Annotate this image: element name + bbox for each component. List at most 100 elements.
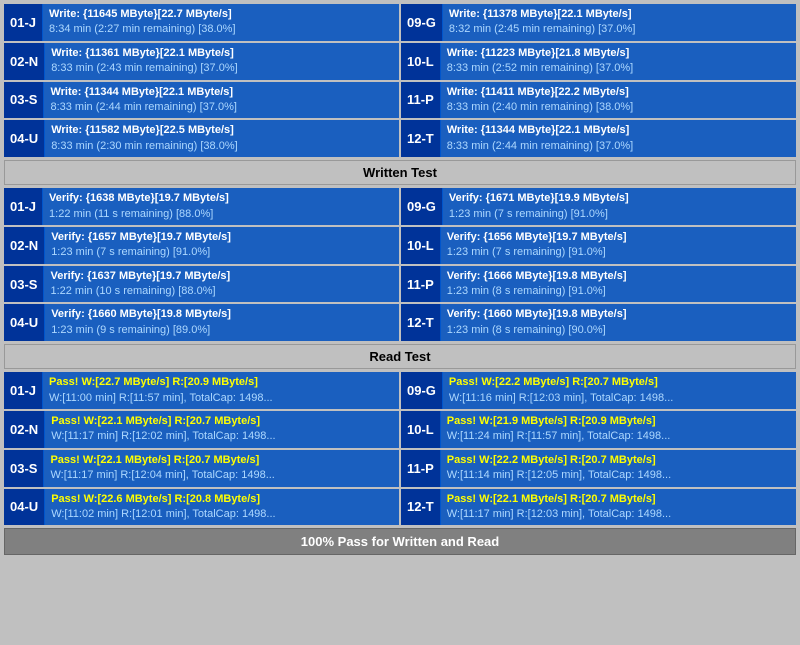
device-card: 02-NVerify: {1657 MByte}[19.7 MByte/s]1:… xyxy=(4,227,399,264)
device-card: 09-GPass! W:[22.2 MByte/s] R:[20.7 MByte… xyxy=(401,372,796,409)
device-line1: Write: {11344 MByte}[22.1 MByte/s] xyxy=(447,123,790,138)
device-card: 10-L Pass! W:[21.9 MByte/s] R:[20.9 MByte… xyxy=(401,411,796,448)
device-card: 03-SWrite: {11344 MByte}[22.1 MByte/s]8:… xyxy=(4,82,399,119)
device-id-label: 09-G xyxy=(401,4,443,41)
left-column: 01-JWrite: {11645 MByte}[22.7 MByte/s]8:… xyxy=(4,4,399,157)
device-line2: 1:22 min (11 s remaining) [88.0%] xyxy=(49,207,393,222)
device-info: Pass! W:[22.1 MByte/s] R:[20.7 MByte/s]W… xyxy=(44,450,399,487)
device-card: 11-PPass! W:[22.2 MByte/s] R:[20.7 MByte… xyxy=(401,450,796,487)
device-card: 09-GVerify: {1671 MByte}[19.9 MByte/s]1:… xyxy=(401,188,796,225)
device-line2: W:[11:24 min] R:[11:57 min], TotalCap: 1… xyxy=(447,429,790,444)
device-line1: Verify: {1660 MByte}[19.8 MByte/s] xyxy=(447,307,790,322)
device-info: Pass! W:[22.1 MByte/s] R:[20.7 MByte/s]W… xyxy=(441,489,796,526)
device-info: Write: {11582 MByte}[22.5 MByte/s]8:33 m… xyxy=(45,120,399,157)
device-line2: W:[11:00 min] R:[11:57 min], TotalCap: 1… xyxy=(49,391,393,406)
device-info: Write: {11344 MByte}[22.1 MByte/s]8:33 m… xyxy=(441,120,796,157)
device-card: 10-LVerify: {1656 MByte}[19.7 MByte/s]1:… xyxy=(401,227,796,264)
device-line2: 1:23 min (8 s remaining) [91.0%] xyxy=(447,284,790,299)
device-line1: Pass! W:[22.1 MByte/s] R:[20.7 MByte/s] xyxy=(51,414,393,429)
right-column: 09-GVerify: {1671 MByte}[19.9 MByte/s]1:… xyxy=(401,188,796,341)
device-line2: 8:33 min (2:43 min remaining) [37.0%] xyxy=(51,61,393,76)
device-card: 12-TWrite: {11344 MByte}[22.1 MByte/s]8:… xyxy=(401,120,796,157)
device-card: 12-TVerify: {1660 MByte}[19.8 MByte/s]1:… xyxy=(401,304,796,341)
main-container: 01-JWrite: {11645 MByte}[22.7 MByte/s]8:… xyxy=(0,0,800,559)
device-info: Pass! W:[22.1 MByte/s] R:[20.7 MByte/s]W… xyxy=(45,411,399,448)
device-line2: 8:33 min (2:40 min remaining) [38.0%] xyxy=(447,100,790,115)
device-line1: Verify: {1656 MByte}[19.7 MByte/s] xyxy=(447,230,790,245)
device-line1: Write: {11361 MByte}[22.1 MByte/s] xyxy=(51,46,393,61)
device-card: 09-GWrite: {11378 MByte}[22.1 MByte/s]8:… xyxy=(401,4,796,41)
device-line1: Verify: {1671 MByte}[19.9 MByte/s] xyxy=(449,191,790,206)
device-info: Verify: {1671 MByte}[19.9 MByte/s]1:23 m… xyxy=(443,188,796,225)
device-card: 11-PVerify: {1666 MByte}[19.8 MByte/s]1:… xyxy=(401,266,796,303)
device-line1: Pass! W:[21.9 MByte/s] R:[20.9 MByte/s] xyxy=(447,414,790,429)
device-card: 03-SVerify: {1637 MByte}[19.7 MByte/s]1:… xyxy=(4,266,399,303)
device-card: 02-NPass! W:[22.1 MByte/s] R:[20.7 MByte… xyxy=(4,411,399,448)
device-line1: Pass! W:[22.2 MByte/s] R:[20.7 MByte/s] xyxy=(449,375,790,390)
device-id-label: 02-N xyxy=(4,411,45,448)
device-card: 01-JWrite: {11645 MByte}[22.7 MByte/s]8:… xyxy=(4,4,399,41)
device-info: Pass! W:[22.2 MByte/s] R:[20.7 MByte/s]W… xyxy=(443,372,796,409)
device-info: Pass! W:[22.2 MByte/s] R:[20.7 MByte/s]W… xyxy=(441,450,796,487)
device-info: Write: {11645 MByte}[22.7 MByte/s]8:34 m… xyxy=(43,4,399,41)
device-line2: W:[11:17 min] R:[12:03 min], TotalCap: 1… xyxy=(447,507,790,522)
left-column: 01-JPass! W:[22.7 MByte/s] R:[20.9 MByte… xyxy=(4,372,399,525)
device-id-label: 02-N xyxy=(4,227,45,264)
device-line2: 1:23 min (9 s remaining) [89.0%] xyxy=(51,323,393,338)
right-column: 09-G Write: {11378 MByte}[22.1 MByte/s] 8:… xyxy=(401,4,796,157)
device-id-label: 10-L xyxy=(401,411,441,448)
device-line1: Verify: {1637 MByte}[19.7 MByte/s] xyxy=(50,269,393,284)
device-card: 04-UWrite: {11582 MByte}[22.5 MByte/s]8:… xyxy=(4,120,399,157)
device-info: Write: {11344 MByte}[22.1 MByte/s]8:33 m… xyxy=(44,82,399,119)
device-info: Verify: {1657 MByte}[19.7 MByte/s]1:23 m… xyxy=(45,227,399,264)
device-id-label: 12-T xyxy=(401,304,441,341)
device-id-label: 01-J xyxy=(4,4,43,41)
device-info: Verify: {1660 MByte}[19.8 MByte/s]1:23 m… xyxy=(441,304,796,341)
device-line1: Write: {11582 MByte}[22.5 MByte/s] xyxy=(51,123,393,138)
verify-section: 01-JVerify: {1638 MByte}[19.7 MByte/s]1:… xyxy=(4,188,796,369)
device-id-label: 09-G xyxy=(401,188,443,225)
device-line2: W:[11:14 min] R:[12:05 min], TotalCap: 1… xyxy=(447,468,790,483)
device-card: 04-UVerify: {1660 MByte}[19.8 MByte/s]1:… xyxy=(4,304,399,341)
device-line1: Pass! W:[22.1 MByte/s] R:[20.7 MByte/s] xyxy=(50,453,393,468)
device-line2: 8:33 min (2:44 min remaining) [37.0%] xyxy=(50,100,393,115)
device-info: Verify: {1660 MByte}[19.8 MByte/s]1:23 m… xyxy=(45,304,399,341)
device-info: Write: {11411 MByte}[22.2 MByte/s]8:33 m… xyxy=(441,82,796,119)
device-id-label: 04-U xyxy=(4,489,45,526)
read-test-title: Read Test xyxy=(4,344,796,369)
device-line1: Verify: {1657 MByte}[19.7 MByte/s] xyxy=(51,230,393,245)
device-line1: Pass! W:[22.7 MByte/s] R:[20.9 MByte/s] xyxy=(49,375,393,390)
device-id-label: 01-J xyxy=(4,372,43,409)
device-card: 04-UPass! W:[22.6 MByte/s] R:[20.8 MByte… xyxy=(4,489,399,526)
device-card: 10-LWrite: {11223 MByte}[21.8 MByte/s]8:… xyxy=(401,43,796,80)
device-info: Write: {11361 MByte}[22.1 MByte/s]8:33 m… xyxy=(45,43,399,80)
device-id-label: 11-P xyxy=(401,266,441,303)
device-line2: 1:23 min (8 s remaining) [90.0%] xyxy=(447,323,790,338)
device-info: Verify: {1637 MByte}[19.7 MByte/s]1:22 m… xyxy=(44,266,399,303)
device-line1: Write: {11378 MByte}[22.1 MByte/s] xyxy=(449,7,790,22)
device-id-label: 11-P xyxy=(401,82,441,119)
device-line2: 8:34 min (2:27 min remaining) [38.0%] xyxy=(49,22,393,37)
written-test-title: Written Test xyxy=(4,160,796,185)
device-id-label: 03-S xyxy=(4,266,44,303)
device-line2: 8:33 min (2:30 min remaining) [38.0%] xyxy=(51,139,393,154)
pass-section: 01-JPass! W:[22.7 MByte/s] R:[20.9 MByte… xyxy=(4,372,796,525)
device-id-label: 04-U xyxy=(4,120,45,157)
device-card: 12-TPass! W:[22.1 MByte/s] R:[20.7 MByte… xyxy=(401,489,796,526)
device-line2: 8:33 min (2:44 min remaining) [37.0%] xyxy=(447,139,790,154)
device-id-label: 12-T xyxy=(401,489,441,526)
device-card: 03-SPass! W:[22.1 MByte/s] R:[20.7 MByte… xyxy=(4,450,399,487)
device-line2: W:[11:16 min] R:[12:03 min], TotalCap: 1… xyxy=(449,391,790,406)
device-line1: Write: {11411 MByte}[22.2 MByte/s] xyxy=(447,85,790,100)
device-line1: Write: {11344 MByte}[22.1 MByte/s] xyxy=(50,85,393,100)
device-info: Verify: {1666 MByte}[19.8 MByte/s]1:23 m… xyxy=(441,266,796,303)
device-id-label: 04-U xyxy=(4,304,45,341)
device-card: 02-NWrite: {11361 MByte}[22.1 MByte/s]8:… xyxy=(4,43,399,80)
device-info: Verify: {1656 MByte}[19.7 MByte/s]1:23 m… xyxy=(441,227,796,264)
device-id-label: 01-J xyxy=(4,188,43,225)
device-line1: Pass! W:[22.1 MByte/s] R:[20.7 MByte/s] xyxy=(447,492,790,507)
footer-bar: 100% Pass for Written and Read xyxy=(4,528,796,555)
device-info: Pass! W:[22.7 MByte/s] R:[20.9 MByte/s]W… xyxy=(43,372,399,409)
device-line1: Verify: {1666 MByte}[19.8 MByte/s] xyxy=(447,269,790,284)
device-info: Pass! W:[22.6 MByte/s] R:[20.8 MByte/s]W… xyxy=(45,489,399,526)
